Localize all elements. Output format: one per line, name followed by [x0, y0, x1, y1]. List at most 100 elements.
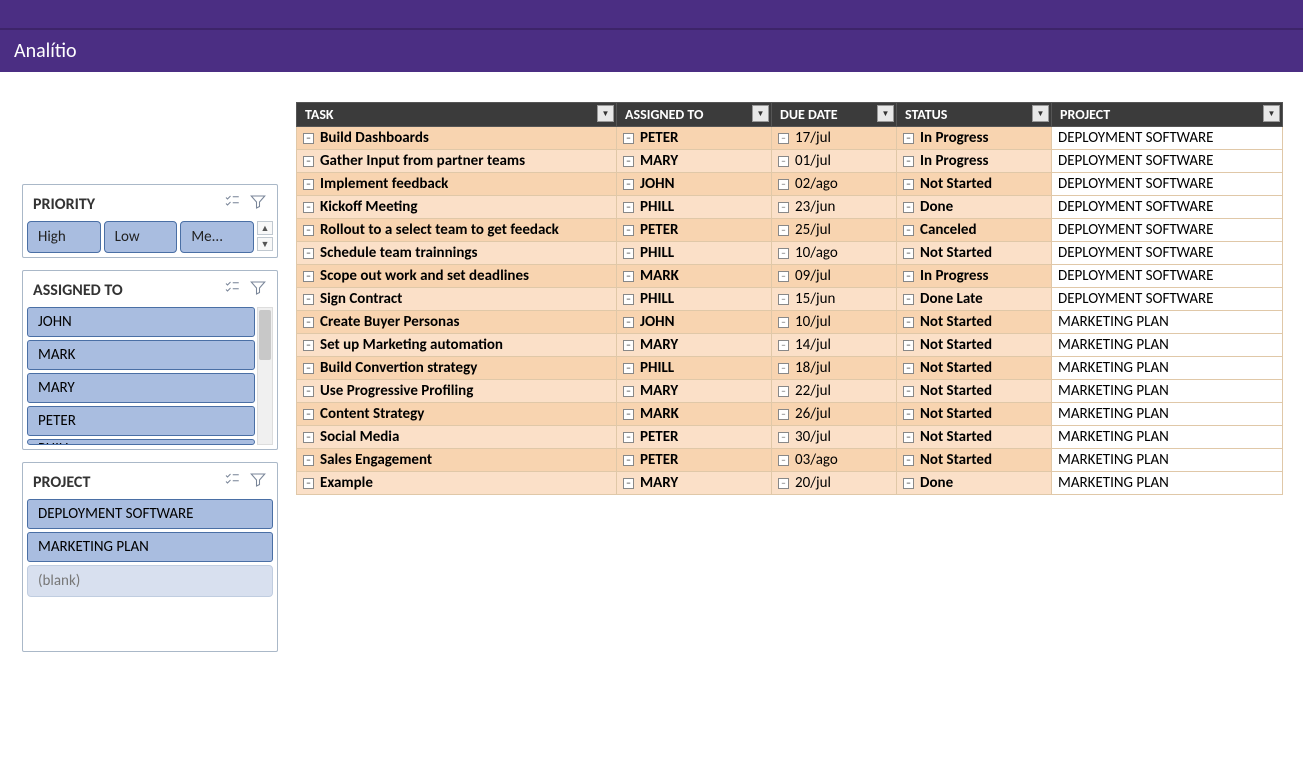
cell-status[interactable]: −Not Started: [897, 357, 1052, 380]
table-row[interactable]: −Gather Input from partner teams−MARY−01…: [297, 150, 1283, 173]
cell-due[interactable]: −30/jul: [772, 426, 897, 449]
cell-task[interactable]: −Build Dashboards: [297, 127, 617, 150]
cell-task[interactable]: −Gather Input from partner teams: [297, 150, 617, 173]
scroll-down-icon[interactable]: ▼: [257, 237, 273, 251]
col-header-task[interactable]: TASK▼: [297, 103, 617, 127]
project-option-deployment[interactable]: DEPLOYMENT SOFTWARE: [27, 499, 273, 529]
multiselect-icon[interactable]: [223, 279, 241, 301]
cell-status[interactable]: −Done: [897, 196, 1052, 219]
cell-assigned[interactable]: −PHILL: [617, 196, 772, 219]
collapse-icon[interactable]: −: [778, 478, 789, 489]
filter-dropdown-icon[interactable]: ▼: [1263, 105, 1280, 122]
cell-due[interactable]: −18/jul: [772, 357, 897, 380]
collapse-icon[interactable]: −: [903, 386, 914, 397]
cell-project[interactable]: DEPLOYMENT SOFTWARE: [1052, 242, 1283, 265]
table-row[interactable]: −Example−MARY−20/jul−DoneMARKETING PLAN: [297, 472, 1283, 495]
cell-task[interactable]: −Sales Engagement: [297, 449, 617, 472]
priority-option-high[interactable]: High: [27, 221, 101, 253]
collapse-icon[interactable]: −: [303, 271, 314, 282]
collapse-icon[interactable]: −: [303, 225, 314, 236]
cell-status[interactable]: −Not Started: [897, 403, 1052, 426]
filter-dropdown-icon[interactable]: ▼: [1032, 105, 1049, 122]
cell-project[interactable]: MARKETING PLAN: [1052, 357, 1283, 380]
collapse-icon[interactable]: −: [623, 409, 634, 420]
filter-dropdown-icon[interactable]: ▼: [597, 105, 614, 122]
collapse-icon[interactable]: −: [623, 133, 634, 144]
cell-task[interactable]: −Content Strategy: [297, 403, 617, 426]
collapse-icon[interactable]: −: [623, 225, 634, 236]
cell-assigned[interactable]: −MARY: [617, 472, 772, 495]
collapse-icon[interactable]: −: [623, 363, 634, 374]
cell-project[interactable]: DEPLOYMENT SOFTWARE: [1052, 173, 1283, 196]
collapse-icon[interactable]: −: [778, 294, 789, 305]
cell-assigned[interactable]: −PETER: [617, 127, 772, 150]
cell-status[interactable]: −Not Started: [897, 426, 1052, 449]
cell-task[interactable]: −Scope out work and set deadlines: [297, 265, 617, 288]
table-row[interactable]: −Sales Engagement−PETER−03/ago−Not Start…: [297, 449, 1283, 472]
clear-filter-icon[interactable]: [249, 193, 267, 215]
collapse-icon[interactable]: −: [303, 179, 314, 190]
collapse-icon[interactable]: −: [903, 294, 914, 305]
assigned-option-peter[interactable]: PETER: [27, 406, 255, 436]
table-row[interactable]: −Rollout to a select team to get feedack…: [297, 219, 1283, 242]
collapse-icon[interactable]: −: [778, 409, 789, 420]
cell-due[interactable]: −15/jun: [772, 288, 897, 311]
collapse-icon[interactable]: −: [903, 271, 914, 282]
collapse-icon[interactable]: −: [623, 340, 634, 351]
collapse-icon[interactable]: −: [778, 386, 789, 397]
cell-status[interactable]: −Canceled: [897, 219, 1052, 242]
collapse-icon[interactable]: −: [623, 455, 634, 466]
collapse-icon[interactable]: −: [903, 432, 914, 443]
collapse-icon[interactable]: −: [903, 409, 914, 420]
clear-filter-icon[interactable]: [249, 279, 267, 301]
collapse-icon[interactable]: −: [303, 409, 314, 420]
cell-task[interactable]: −Create Buyer Personas: [297, 311, 617, 334]
collapse-icon[interactable]: −: [778, 133, 789, 144]
cell-task[interactable]: −Implement feedback: [297, 173, 617, 196]
collapse-icon[interactable]: −: [303, 133, 314, 144]
collapse-icon[interactable]: −: [778, 271, 789, 282]
cell-due[interactable]: −20/jul: [772, 472, 897, 495]
cell-assigned[interactable]: −MARY: [617, 334, 772, 357]
collapse-icon[interactable]: −: [903, 202, 914, 213]
cell-status[interactable]: −Not Started: [897, 173, 1052, 196]
cell-status[interactable]: −Not Started: [897, 334, 1052, 357]
collapse-icon[interactable]: −: [778, 455, 789, 466]
cell-project[interactable]: MARKETING PLAN: [1052, 380, 1283, 403]
assigned-option-mark[interactable]: MARK: [27, 340, 255, 370]
collapse-icon[interactable]: −: [903, 179, 914, 190]
multiselect-icon[interactable]: [223, 193, 241, 215]
assigned-option-mary[interactable]: MARY: [27, 373, 255, 403]
collapse-icon[interactable]: −: [903, 317, 914, 328]
cell-project[interactable]: MARKETING PLAN: [1052, 426, 1283, 449]
collapse-icon[interactable]: −: [623, 294, 634, 305]
table-row[interactable]: −Build Dashboards−PETER−17/jul−In Progre…: [297, 127, 1283, 150]
cell-project[interactable]: MARKETING PLAN: [1052, 334, 1283, 357]
cell-due[interactable]: −03/ago: [772, 449, 897, 472]
cell-status[interactable]: −Done Late: [897, 288, 1052, 311]
collapse-icon[interactable]: −: [778, 432, 789, 443]
collapse-icon[interactable]: −: [623, 271, 634, 282]
col-header-project[interactable]: PROJECT▼: [1052, 103, 1283, 127]
cell-due[interactable]: −10/ago: [772, 242, 897, 265]
project-option-marketing[interactable]: MARKETING PLAN: [27, 532, 273, 562]
cell-assigned[interactable]: −PHILL: [617, 242, 772, 265]
collapse-icon[interactable]: −: [303, 478, 314, 489]
table-row[interactable]: −Social Media−PETER−30/jul−Not StartedMA…: [297, 426, 1283, 449]
cell-due[interactable]: −02/ago: [772, 173, 897, 196]
cell-task[interactable]: −Example: [297, 472, 617, 495]
scrollbar-thumb[interactable]: [259, 310, 271, 360]
table-row[interactable]: −Content Strategy−MARK−26/jul−Not Starte…: [297, 403, 1283, 426]
cell-assigned[interactable]: −PETER: [617, 426, 772, 449]
cell-task[interactable]: −Sign Contract: [297, 288, 617, 311]
cell-task[interactable]: −Use Progressive Profiling: [297, 380, 617, 403]
cell-project[interactable]: MARKETING PLAN: [1052, 311, 1283, 334]
table-row[interactable]: −Schedule team trainnings−PHILL−10/ago−N…: [297, 242, 1283, 265]
collapse-icon[interactable]: −: [303, 156, 314, 167]
collapse-icon[interactable]: −: [303, 363, 314, 374]
cell-task[interactable]: −Schedule team trainnings: [297, 242, 617, 265]
cell-task[interactable]: −Build Convertion strategy: [297, 357, 617, 380]
cell-due[interactable]: −25/jul: [772, 219, 897, 242]
col-header-status[interactable]: STATUS▼: [897, 103, 1052, 127]
collapse-icon[interactable]: −: [303, 340, 314, 351]
